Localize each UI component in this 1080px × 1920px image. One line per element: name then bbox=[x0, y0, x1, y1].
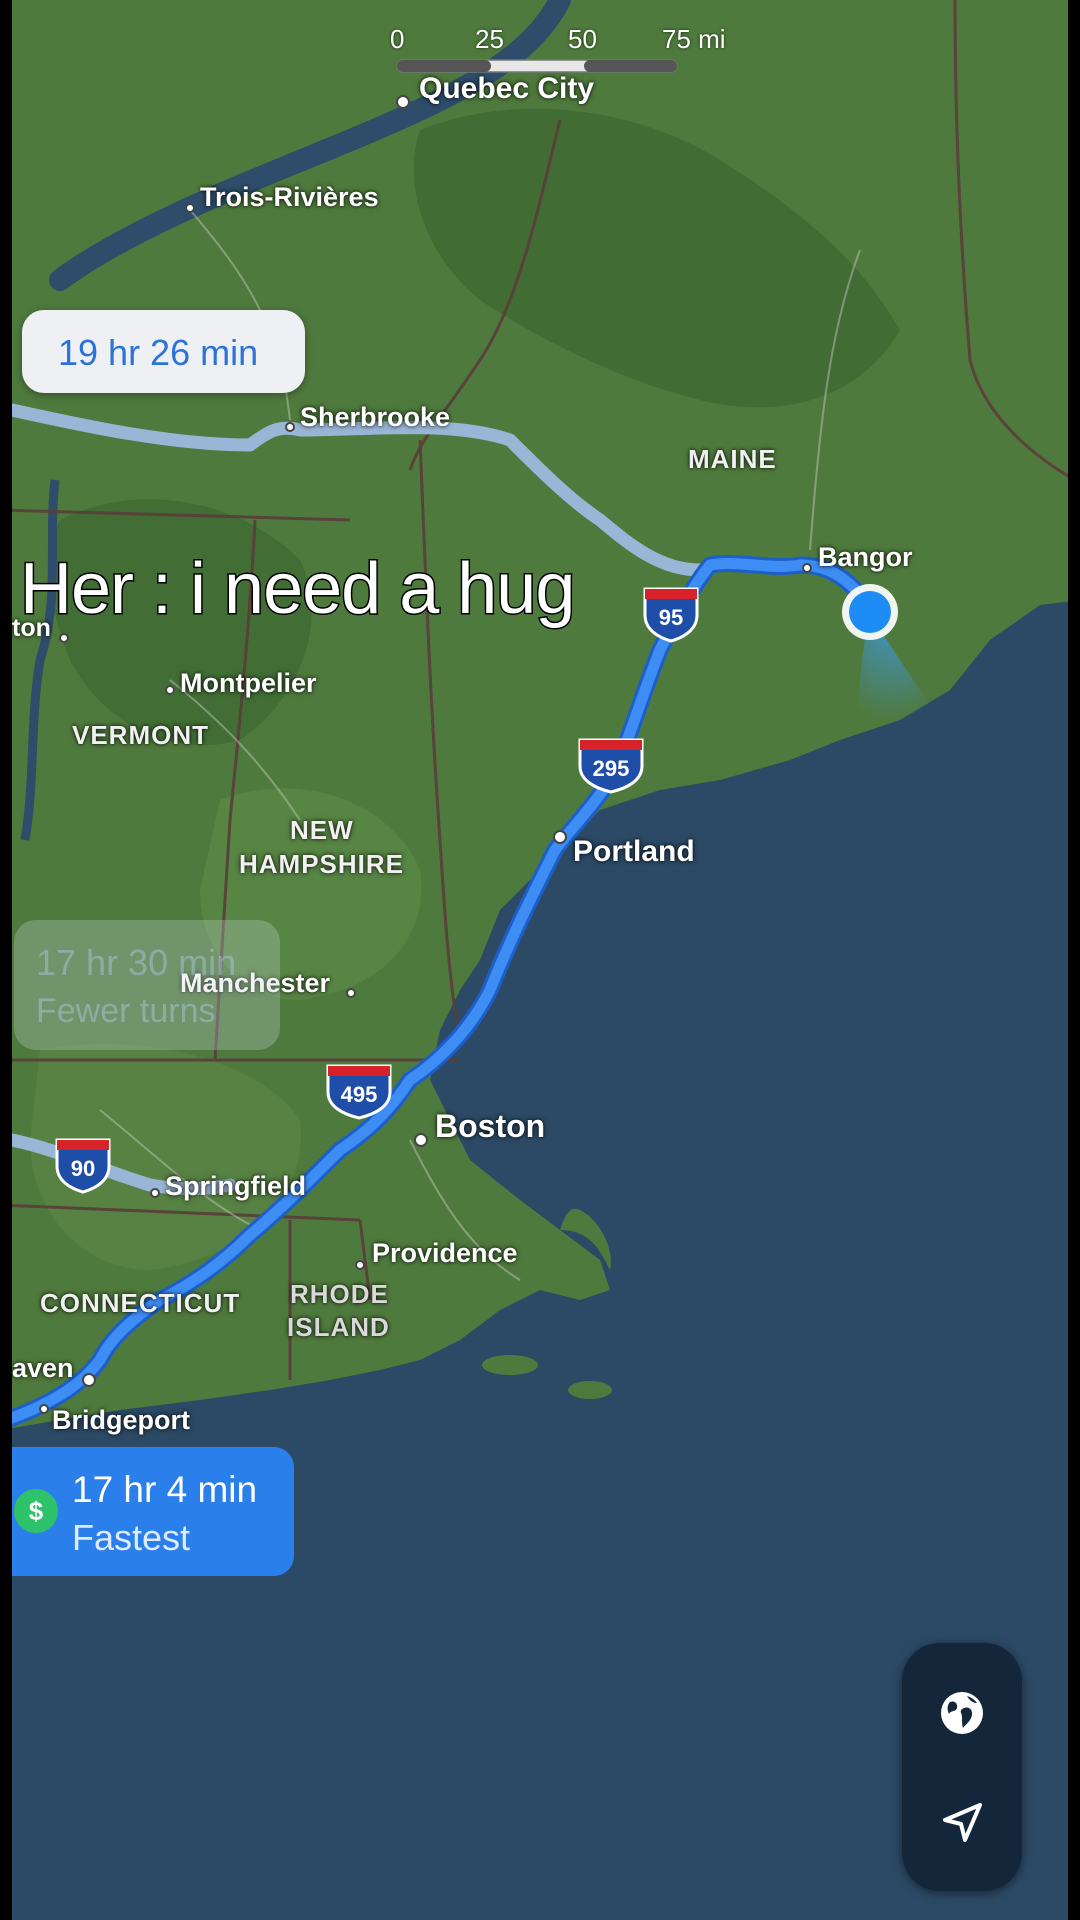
globe-button[interactable] bbox=[902, 1658, 1022, 1768]
alt-route-callout[interactable]: 19 hr 26 min bbox=[22, 310, 305, 393]
island bbox=[568, 1381, 612, 1399]
i495-shield: 495 bbox=[326, 1064, 392, 1120]
city-label-sherbrooke[interactable]: Sherbrooke bbox=[300, 404, 450, 431]
i95-label: 95 bbox=[659, 605, 683, 630]
location-arrow-icon bbox=[943, 1803, 982, 1842]
alt-route-time: 19 hr 26 min bbox=[58, 332, 259, 373]
island bbox=[482, 1355, 538, 1375]
current-location-dot[interactable] bbox=[842, 584, 898, 640]
city-label-portland[interactable]: Portland bbox=[573, 837, 695, 867]
scale-label-25: 25 bbox=[475, 24, 504, 54]
i295-label: 295 bbox=[593, 756, 630, 781]
i90-shield: 90 bbox=[55, 1138, 111, 1194]
i95-shield: 95 bbox=[643, 587, 699, 643]
faded-route-time: 17 hr 30 min bbox=[36, 942, 237, 983]
city-label-trois-rivieres[interactable]: Trois-Rivières bbox=[200, 184, 379, 211]
globe-icon bbox=[941, 1692, 983, 1734]
state-label-rhode-island-line1: RHODE bbox=[290, 1279, 389, 1309]
scale-label-75mi: 75 mi bbox=[662, 24, 726, 54]
city-label-providence[interactable]: Providence bbox=[372, 1240, 518, 1267]
state-label-new-hampshire-line1: NEW bbox=[290, 815, 354, 845]
city-label-boston[interactable]: Boston bbox=[435, 1110, 545, 1142]
city-label-bangor[interactable]: Bangor bbox=[818, 544, 913, 571]
state-label-rhode-island-line2: ISLAND bbox=[287, 1312, 390, 1342]
fastest-route-label: Fastest bbox=[72, 1517, 191, 1558]
city-label-quebec[interactable]: Quebec City bbox=[419, 74, 594, 104]
scale-label-50: 50 bbox=[568, 24, 597, 54]
recenter-location-button[interactable] bbox=[902, 1768, 1022, 1878]
state-label-new-hampshire-line2: HAMPSHIRE bbox=[239, 849, 405, 879]
state-label-vermont: VERMONT bbox=[72, 720, 209, 750]
map-screen: 95 295 495 90 0 25 50 75 mi Quebec City … bbox=[0, 0, 1080, 1920]
i295-shield: 295 bbox=[578, 738, 644, 794]
fastest-route-callout[interactable]: $ 17 hr 4 min Fastest bbox=[12, 1447, 294, 1576]
toll-dollar-icon: $ bbox=[14, 1489, 58, 1533]
faded-route-callout[interactable]: 17 hr 30 min Fewer turns bbox=[14, 920, 280, 1050]
scale-label-0: 0 bbox=[390, 24, 405, 54]
i90-label: 90 bbox=[71, 1156, 95, 1181]
city-label-bridgeport[interactable]: Bridgeport bbox=[52, 1407, 190, 1434]
map-controls-panel bbox=[902, 1643, 1022, 1891]
left-edge-bar bbox=[0, 0, 12, 1920]
state-label-connecticut: CONNECTICUT bbox=[40, 1288, 241, 1318]
faded-route-desc: Fewer turns bbox=[36, 992, 216, 1030]
fastest-route-time: 17 hr 4 min bbox=[72, 1469, 258, 1510]
right-edge-bar bbox=[1068, 0, 1080, 1920]
map-scale-bar bbox=[396, 59, 678, 73]
city-label-springfield[interactable]: Springfield bbox=[165, 1173, 306, 1200]
caption-overlay: Her : i need a hug bbox=[18, 548, 576, 631]
city-label-montpelier[interactable]: Montpelier bbox=[180, 670, 317, 697]
state-label-maine: MAINE bbox=[688, 444, 777, 474]
i495-label: 495 bbox=[341, 1082, 378, 1107]
city-label-new-haven[interactable]: aven bbox=[12, 1355, 74, 1382]
